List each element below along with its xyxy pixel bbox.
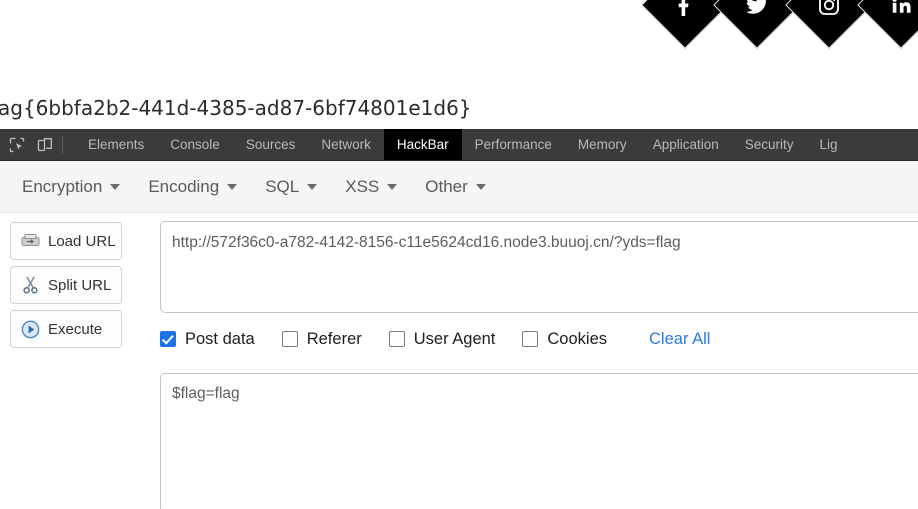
flag-output-text: ag{6bbfa2b2-441d-4385-ad87-6bf74801e1d6} [0, 96, 472, 120]
chevron-down-icon [475, 183, 486, 190]
tab-security[interactable]: Security [732, 129, 807, 160]
linkedin-icon [890, 0, 912, 16]
split-url-label: Split URL [48, 276, 112, 294]
tab-network[interactable]: Network [308, 129, 384, 160]
tab-application[interactable]: Application [640, 129, 732, 160]
url-input[interactable]: http://572f36c0-a782-4142-8156-c11e5624c… [160, 221, 918, 313]
menu-encryption[interactable]: Encryption [10, 171, 132, 203]
chevron-down-icon [387, 183, 398, 190]
menu-encryption-label: Encryption [22, 176, 103, 196]
devtools-tab-bar: Elements Console Sources Network HackBar… [0, 129, 918, 161]
device-toolbar-icon[interactable] [32, 132, 58, 158]
user-agent-label: User Agent [413, 329, 496, 348]
menu-encoding-label: Encoding [148, 176, 220, 196]
load-url-button[interactable]: Load URL [10, 222, 122, 260]
referer-checkbox[interactable] [281, 331, 298, 347]
post-data-label: Post data [185, 329, 255, 348]
play-icon [20, 319, 40, 339]
social-links-strip [641, 0, 918, 49]
post-data-checkbox[interactable] [160, 331, 176, 347]
cookies-checkbox[interactable] [522, 331, 539, 347]
option-post-data[interactable]: Post data [160, 330, 255, 349]
toolbar-divider [62, 135, 63, 154]
menu-other[interactable]: Other [413, 171, 498, 203]
social-link-linkedin[interactable] [857, 0, 918, 49]
tab-elements[interactable]: Elements [75, 129, 157, 160]
devtools-toolbar-icons [0, 129, 75, 160]
twitter-icon [745, 0, 769, 17]
tab-performance[interactable]: Performance [462, 129, 565, 160]
scissors-icon [20, 275, 40, 295]
execute-label: Execute [48, 320, 103, 338]
cookies-label: Cookies [547, 329, 608, 348]
menu-encoding[interactable]: Encoding [136, 171, 249, 203]
menu-xss[interactable]: XSS [333, 171, 409, 203]
tab-sources[interactable]: Sources [233, 129, 309, 160]
web-page-area: ag{6bbfa2b2-441d-4385-ad87-6bf74801e1d6} [0, 0, 918, 129]
menu-sql[interactable]: SQL [253, 171, 329, 203]
option-cookies[interactable]: Cookies [522, 330, 607, 349]
tab-lighthouse[interactable]: Lig [807, 129, 851, 160]
referer-label: Referer [306, 329, 362, 348]
hackbar-menu-bar: Encryption Encoding SQL XSS Other [0, 161, 918, 213]
load-url-icon [20, 231, 40, 251]
post-data-input[interactable]: $flag=flag [160, 373, 918, 509]
menu-other-label: Other [425, 176, 468, 196]
request-options-row: Post data Referer User Agent Cookies Cle… [160, 327, 710, 351]
chevron-down-icon [307, 183, 318, 190]
split-url-button[interactable]: Split URL [10, 266, 122, 304]
clear-all-link[interactable]: Clear All [649, 330, 710, 349]
load-url-label: Load URL [48, 232, 116, 250]
option-referer[interactable]: Referer [281, 329, 362, 349]
option-user-agent[interactable]: User Agent [388, 329, 496, 349]
user-agent-checkbox[interactable] [388, 331, 405, 347]
screenshot-root: ag{6bbfa2b2-441d-4385-ad87-6bf74801e1d6}… [0, 0, 918, 509]
chevron-down-icon [227, 183, 238, 190]
menu-sql-label: SQL [265, 176, 300, 196]
tab-memory[interactable]: Memory [565, 129, 640, 160]
tab-hackbar[interactable]: HackBar [383, 129, 462, 160]
hackbar-panel: Load URL Split URL Execute http://572f36… [0, 213, 918, 509]
execute-button[interactable]: Execute [10, 310, 122, 348]
inspect-element-icon[interactable] [4, 132, 30, 158]
devtools-tabs: Elements Console Sources Network HackBar… [75, 129, 851, 160]
tab-console[interactable]: Console [157, 129, 233, 160]
chevron-down-icon [110, 183, 121, 190]
menu-xss-label: XSS [345, 176, 380, 196]
hackbar-action-buttons: Load URL Split URL Execute [10, 222, 122, 354]
instagram-icon [818, 0, 840, 16]
facebook-icon [674, 0, 696, 16]
